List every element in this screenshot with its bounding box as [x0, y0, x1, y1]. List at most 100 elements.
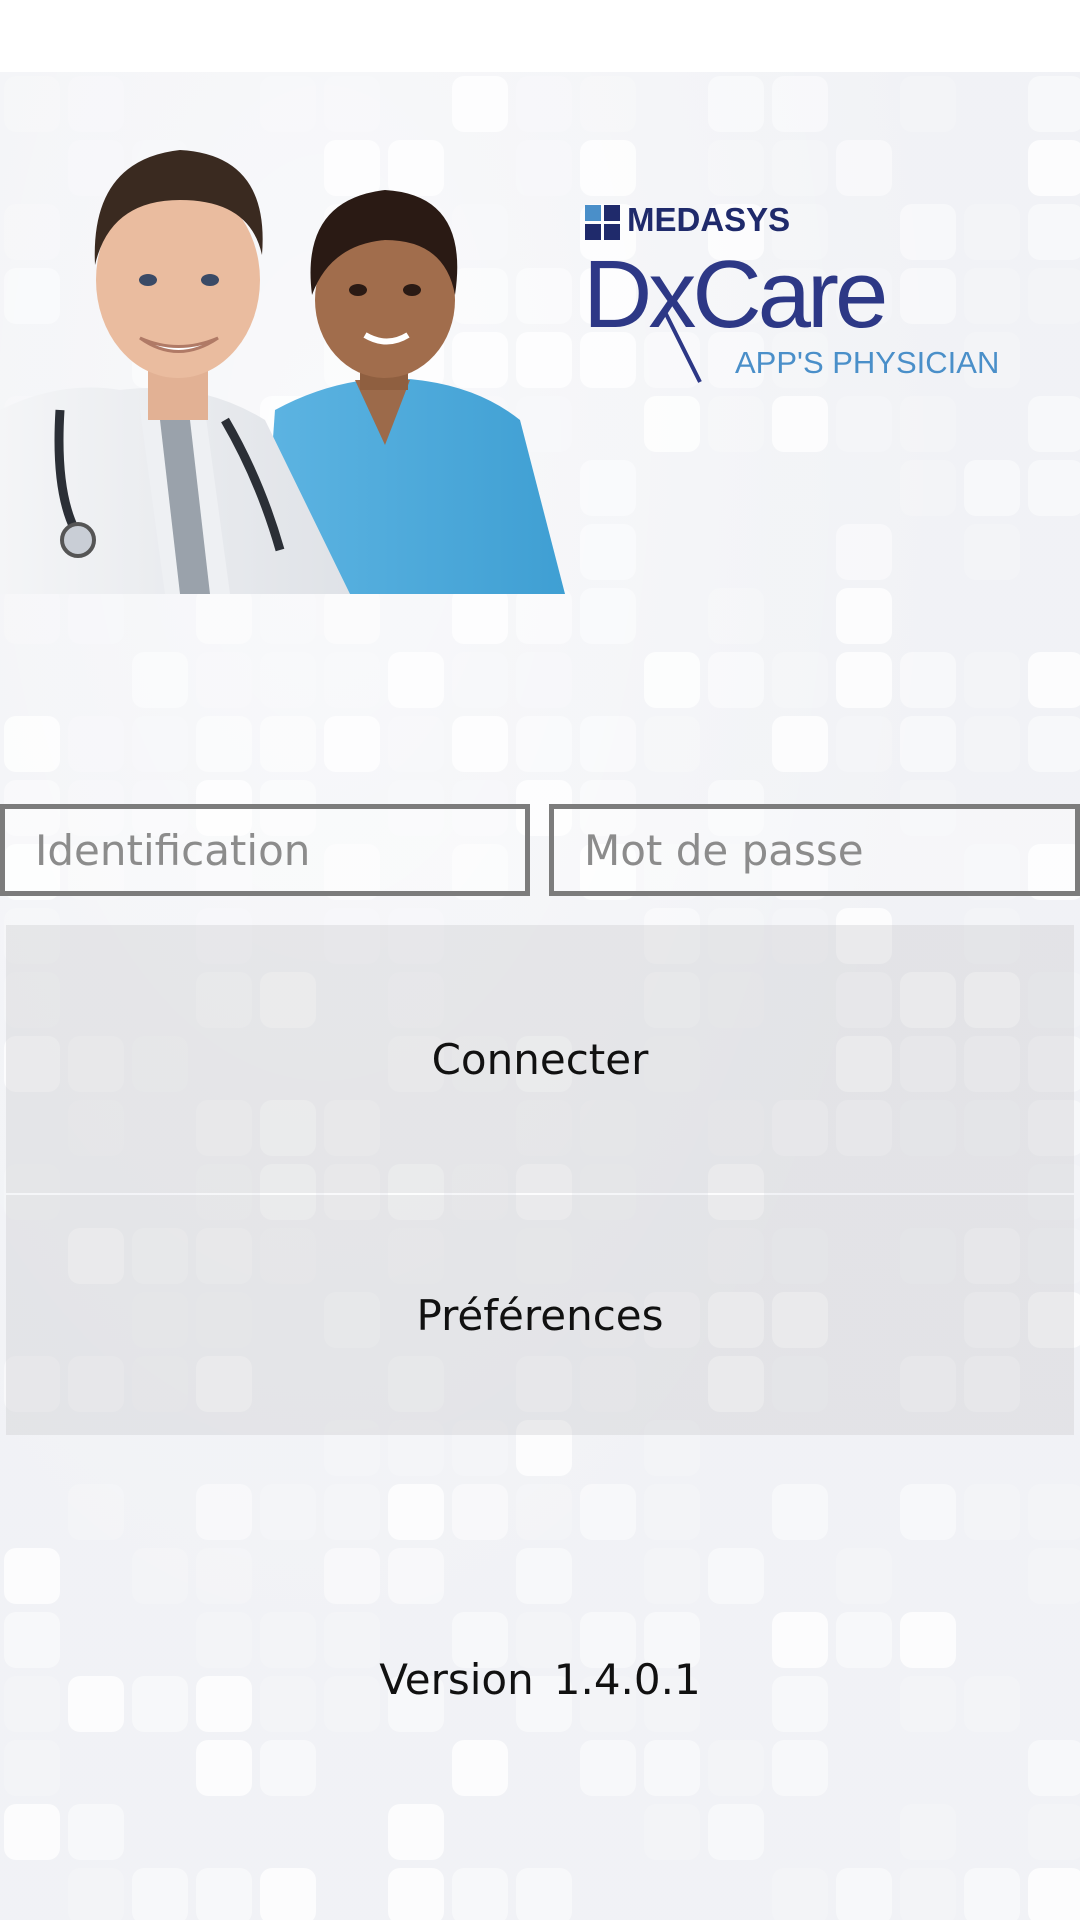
background-tile: [580, 1740, 636, 1796]
background-tile: [1028, 204, 1080, 260]
dxcare-product-name: DxCare: [583, 241, 888, 348]
background-tile: [644, 652, 700, 708]
version-label: Version: [379, 1655, 534, 1704]
background-tile: [260, 588, 316, 644]
background-tile: [324, 716, 380, 772]
background-tile: [196, 1868, 252, 1920]
medasys-logo-icon: [585, 205, 621, 241]
background-tile: [644, 1548, 700, 1604]
background-tile: [68, 1484, 124, 1540]
background-tile: [388, 1868, 444, 1920]
background-tile: [836, 396, 892, 452]
background-tile: [708, 76, 764, 132]
background-tile: [708, 652, 764, 708]
background-tile: [964, 652, 1020, 708]
background-tile: [644, 1804, 700, 1860]
background-tile: [1028, 268, 1080, 324]
background-tile: [836, 716, 892, 772]
background-tile: [196, 1548, 252, 1604]
background-tile: [580, 524, 636, 580]
preferences-button[interactable]: Préférences: [6, 1195, 1074, 1435]
background-tile: [964, 460, 1020, 516]
background-tile: [836, 524, 892, 580]
medasys-brand-text: MEDASYS: [627, 201, 791, 238]
background-tile: [900, 396, 956, 452]
background-tile: [644, 716, 700, 772]
background-tile: [260, 652, 316, 708]
background-tile: [196, 1484, 252, 1540]
background-tile: [900, 1804, 956, 1860]
background-tile: [772, 652, 828, 708]
background-tile: [964, 716, 1020, 772]
background-tile: [516, 588, 572, 644]
background-tile: [708, 396, 764, 452]
background-tile: [260, 1868, 316, 1920]
background-tile: [580, 716, 636, 772]
background-tile: [1028, 460, 1080, 516]
background-tile: [324, 588, 380, 644]
background-tile: [4, 716, 60, 772]
background-tile: [708, 1804, 764, 1860]
background-tile: [68, 588, 124, 644]
background-tile: [900, 1868, 956, 1920]
background-tile: [1028, 1548, 1080, 1604]
connect-button[interactable]: Connecter: [6, 925, 1074, 1193]
background-tile: [4, 1548, 60, 1604]
background-tile: [964, 524, 1020, 580]
password-field[interactable]: [549, 804, 1080, 896]
background-tile: [516, 1484, 572, 1540]
background-tile: [900, 716, 956, 772]
logo-swoosh-icon: [663, 311, 702, 383]
background-tile: [580, 76, 636, 132]
background-tile: [708, 1740, 764, 1796]
version-info: Version 1.4.0.1: [0, 1655, 1080, 1704]
background-tile: [196, 652, 252, 708]
background-tile: [324, 652, 380, 708]
background-tile: [324, 1548, 380, 1604]
background-tile: [132, 716, 188, 772]
background-tile: [260, 1740, 316, 1796]
password-input[interactable]: [554, 824, 1075, 876]
background-tile: [772, 1740, 828, 1796]
background-tile: [1028, 1868, 1080, 1920]
background-tile: [836, 1548, 892, 1604]
background-tile: [196, 588, 252, 644]
background-tile: [260, 1484, 316, 1540]
background-tile: [644, 1740, 700, 1796]
background-tile: [388, 1804, 444, 1860]
status-bar: [0, 0, 1080, 72]
background-tile: [900, 460, 956, 516]
background-tile: [452, 1868, 508, 1920]
background-tile: [708, 140, 764, 196]
background-tile: [836, 140, 892, 196]
connect-button-label: Connecter: [431, 1034, 649, 1084]
background-tile: [452, 1740, 508, 1796]
background-tile: [708, 1548, 764, 1604]
background-tile: [68, 716, 124, 772]
background-tile: [644, 1484, 700, 1540]
background-tile: [1028, 652, 1080, 708]
preferences-button-label: Préférences: [416, 1290, 664, 1340]
background-tile: [964, 1484, 1020, 1540]
background-tile: [772, 76, 828, 132]
background-tile: [4, 588, 60, 644]
background-tile: [516, 1868, 572, 1920]
identification-input[interactable]: [5, 824, 525, 876]
background-tile: [580, 140, 636, 196]
background-tile: [388, 1548, 444, 1604]
background-tile: [580, 1484, 636, 1540]
background-tile: [516, 716, 572, 772]
hero-doctors-image: [0, 150, 565, 594]
background-tile: [900, 1484, 956, 1540]
background-tile: [324, 1484, 380, 1540]
background-tile: [836, 1868, 892, 1920]
identification-field[interactable]: [0, 804, 530, 896]
app-subtitle: APP'S PHYSICIAN: [735, 345, 1000, 380]
background-tile: [772, 1484, 828, 1540]
background-tile: [1028, 396, 1080, 452]
background-tile: [68, 1804, 124, 1860]
background-tile: [644, 396, 700, 452]
background-tile: [900, 652, 956, 708]
background-tile: [836, 652, 892, 708]
background-tile: [580, 460, 636, 516]
